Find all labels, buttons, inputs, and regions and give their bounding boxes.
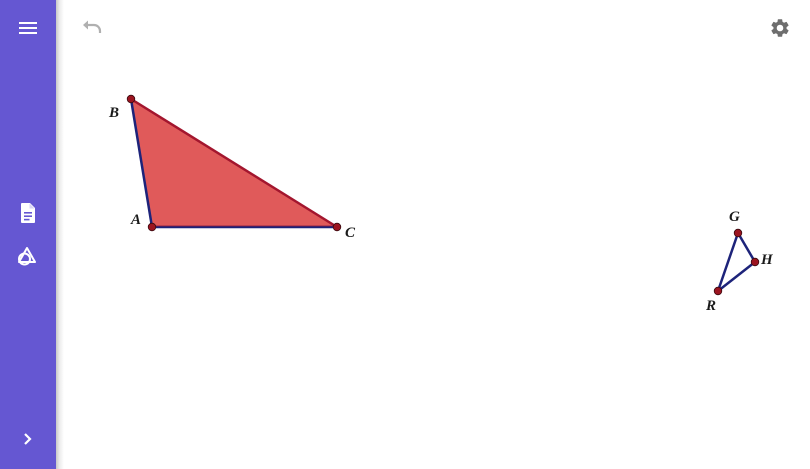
document-icon xyxy=(21,203,35,223)
graphics-canvas[interactable]: A B C G H R xyxy=(64,0,810,469)
sidebar xyxy=(0,0,56,469)
expand-button[interactable] xyxy=(0,419,56,459)
panel-divider[interactable] xyxy=(56,0,64,469)
segment-gh[interactable] xyxy=(736,232,757,263)
point-c[interactable]: C xyxy=(332,222,356,241)
algebra-view-button[interactable] xyxy=(0,193,56,233)
point-g-label: G xyxy=(729,209,740,225)
tools-button[interactable] xyxy=(0,236,56,276)
point-h[interactable]: H xyxy=(750,252,774,268)
geometry-board[interactable]: A B C G H R xyxy=(64,0,810,469)
point-r[interactable]: R xyxy=(705,286,723,314)
point-c-label: C xyxy=(345,225,356,241)
shapes-icon xyxy=(18,247,36,266)
point-a-label: A xyxy=(130,212,141,228)
point-b[interactable]: B xyxy=(108,94,136,121)
chevron-right-icon xyxy=(24,433,32,445)
point-r-label: R xyxy=(705,298,716,314)
menu-button[interactable] xyxy=(0,8,56,48)
menu-icon xyxy=(19,22,37,34)
point-g[interactable]: G xyxy=(729,209,743,238)
point-b-label: B xyxy=(108,105,119,121)
point-h-label: H xyxy=(760,252,774,268)
